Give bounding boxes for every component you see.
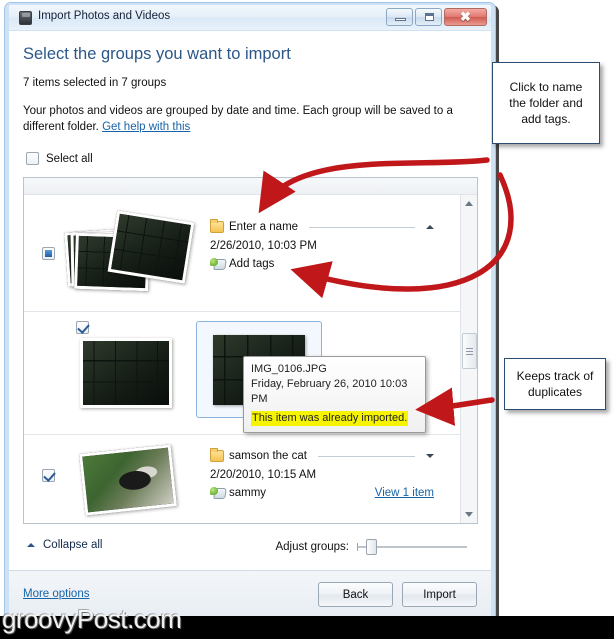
description-text: Your photos and videos are grouped by da… [23,103,463,135]
minimize-button[interactable] [386,8,413,26]
bookshelf-image [111,213,191,281]
list-header-strip [24,178,477,195]
group-thumbnail-stack[interactable] [74,441,194,521]
wizard-page: Select the groups you want to import 7 i… [9,31,491,620]
list-scrollbar[interactable] [460,195,477,523]
page-title: Select the groups you want to import [23,45,291,63]
group-checkbox[interactable] [42,469,55,482]
grip-icon [466,347,473,355]
group-name[interactable]: Enter a name [229,221,298,233]
watermark: groovyPost.com [2,604,182,634]
group-checkbox[interactable] [42,247,55,260]
scroll-down-button[interactable] [461,506,477,523]
callout-duplicates: Keeps track of duplicates [504,358,606,410]
divider-line [309,226,415,228]
callout-text: Click to name the folder and add tags. [509,80,583,126]
collapse-all-label: Collapse all [43,539,103,551]
footer-buttons: Back Import [318,582,477,607]
tag-icon [210,258,224,270]
close-icon: ✖ [460,9,471,24]
selection-summary: 7 items selected in 7 groups [23,77,167,89]
select-all-label: Select all [46,152,93,165]
chevron-up-icon [465,201,473,206]
tooltip-filename: IMG_0106.JPG [251,363,327,375]
tag-icon [210,487,224,499]
tooltip-content: IMG_0106.JPG Friday, February 26, 2010 1… [251,362,418,426]
back-button[interactable]: Back [318,582,393,607]
chevron-up-icon [27,543,35,547]
group-datetime: 2/20/2010, 10:15 AM [210,469,317,481]
select-all-row[interactable]: Select all [26,152,93,165]
view-items-link[interactable]: View 1 item [375,487,434,499]
group-datetime: 2/26/2010, 10:03 PM [210,240,317,252]
scrollbar-thumb[interactable] [462,333,477,369]
select-all-checkbox[interactable] [26,152,39,165]
group-row[interactable]: Enter a name 2/26/2010, 10:03 PM Add tag… [24,195,460,312]
adjust-groups-label: Adjust groups: [275,541,349,553]
group-name-row[interactable]: samson the cat [210,448,434,462]
chevron-down-icon[interactable] [426,454,434,458]
import-wizard-window: Import Photos and Videos ✖ Select the gr… [4,2,496,625]
chevron-down-icon [465,512,473,517]
more-options-link[interactable]: More options [23,588,89,600]
maximize-button[interactable] [415,8,442,26]
group-tags-row[interactable]: Add tags [210,258,434,270]
callout-name-folder: Click to name the folder and add tags. [492,62,600,144]
collapse-all-button[interactable]: Collapse all [27,539,102,551]
maximize-icon [425,13,434,21]
tooltip-date: Friday, February 26, 2010 10:03 PM [251,378,408,405]
group-row[interactable]: samson the cat 2/20/2010, 10:15 AM sammy [24,435,460,523]
slider-tick [357,543,358,551]
screenshot-root: Import Photos and Videos ✖ Select the gr… [0,0,614,639]
scroll-up-button[interactable] [461,195,477,212]
group-thumbnail-stack[interactable] [60,208,200,303]
folder-icon [210,448,224,462]
callout-text: Keeps track of duplicates [516,369,594,399]
cat-photo-image [82,447,174,513]
groups-list-panel: Enter a name 2/26/2010, 10:03 PM Add tag… [23,177,478,524]
more-options-container: More options [23,588,89,600]
group-metadata: Enter a name 2/26/2010, 10:03 PM Add tag… [210,219,434,270]
group-metadata: samson the cat 2/20/2010, 10:15 AM sammy [210,448,434,499]
window-inner-frame: Import Photos and Videos ✖ Select the gr… [5,3,495,624]
slider-thumb[interactable] [366,539,377,555]
thumbnail-photo[interactable] [80,338,172,408]
group-tags[interactable]: sammy [229,487,266,499]
camera-icon [19,11,32,25]
group-tags-row[interactable]: sammy View 1 item [210,487,434,499]
group-name-row[interactable]: Enter a name [210,219,434,233]
window-controls: ✖ [386,8,487,26]
group-name[interactable]: samson the cat [229,450,307,462]
bookshelf-image [83,341,169,405]
group-tags[interactable]: Add tags [229,258,274,270]
title-bar[interactable]: Import Photos and Videos ✖ [9,5,491,31]
tooltip-warning: This item was already imported. [251,411,409,426]
folder-icon [210,219,224,233]
chevron-up-icon[interactable] [426,225,434,229]
close-button[interactable]: ✖ [444,8,487,26]
minimize-icon [395,18,406,21]
get-help-link[interactable]: Get help with this [102,121,190,133]
group-checkbox[interactable] [76,321,89,334]
window-title: Import Photos and Videos [38,10,171,22]
thumbnail-photo [79,444,177,516]
thumbnail-photo [107,210,195,284]
description-body: Your photos and videos are grouped by da… [23,105,453,133]
import-button[interactable]: Import [402,582,477,607]
duplicate-tooltip: IMG_0106.JPG Friday, February 26, 2010 1… [243,356,426,433]
adjust-groups-control[interactable]: Adjust groups: [275,539,467,555]
divider-line [317,455,415,457]
adjust-groups-slider[interactable] [357,539,467,555]
